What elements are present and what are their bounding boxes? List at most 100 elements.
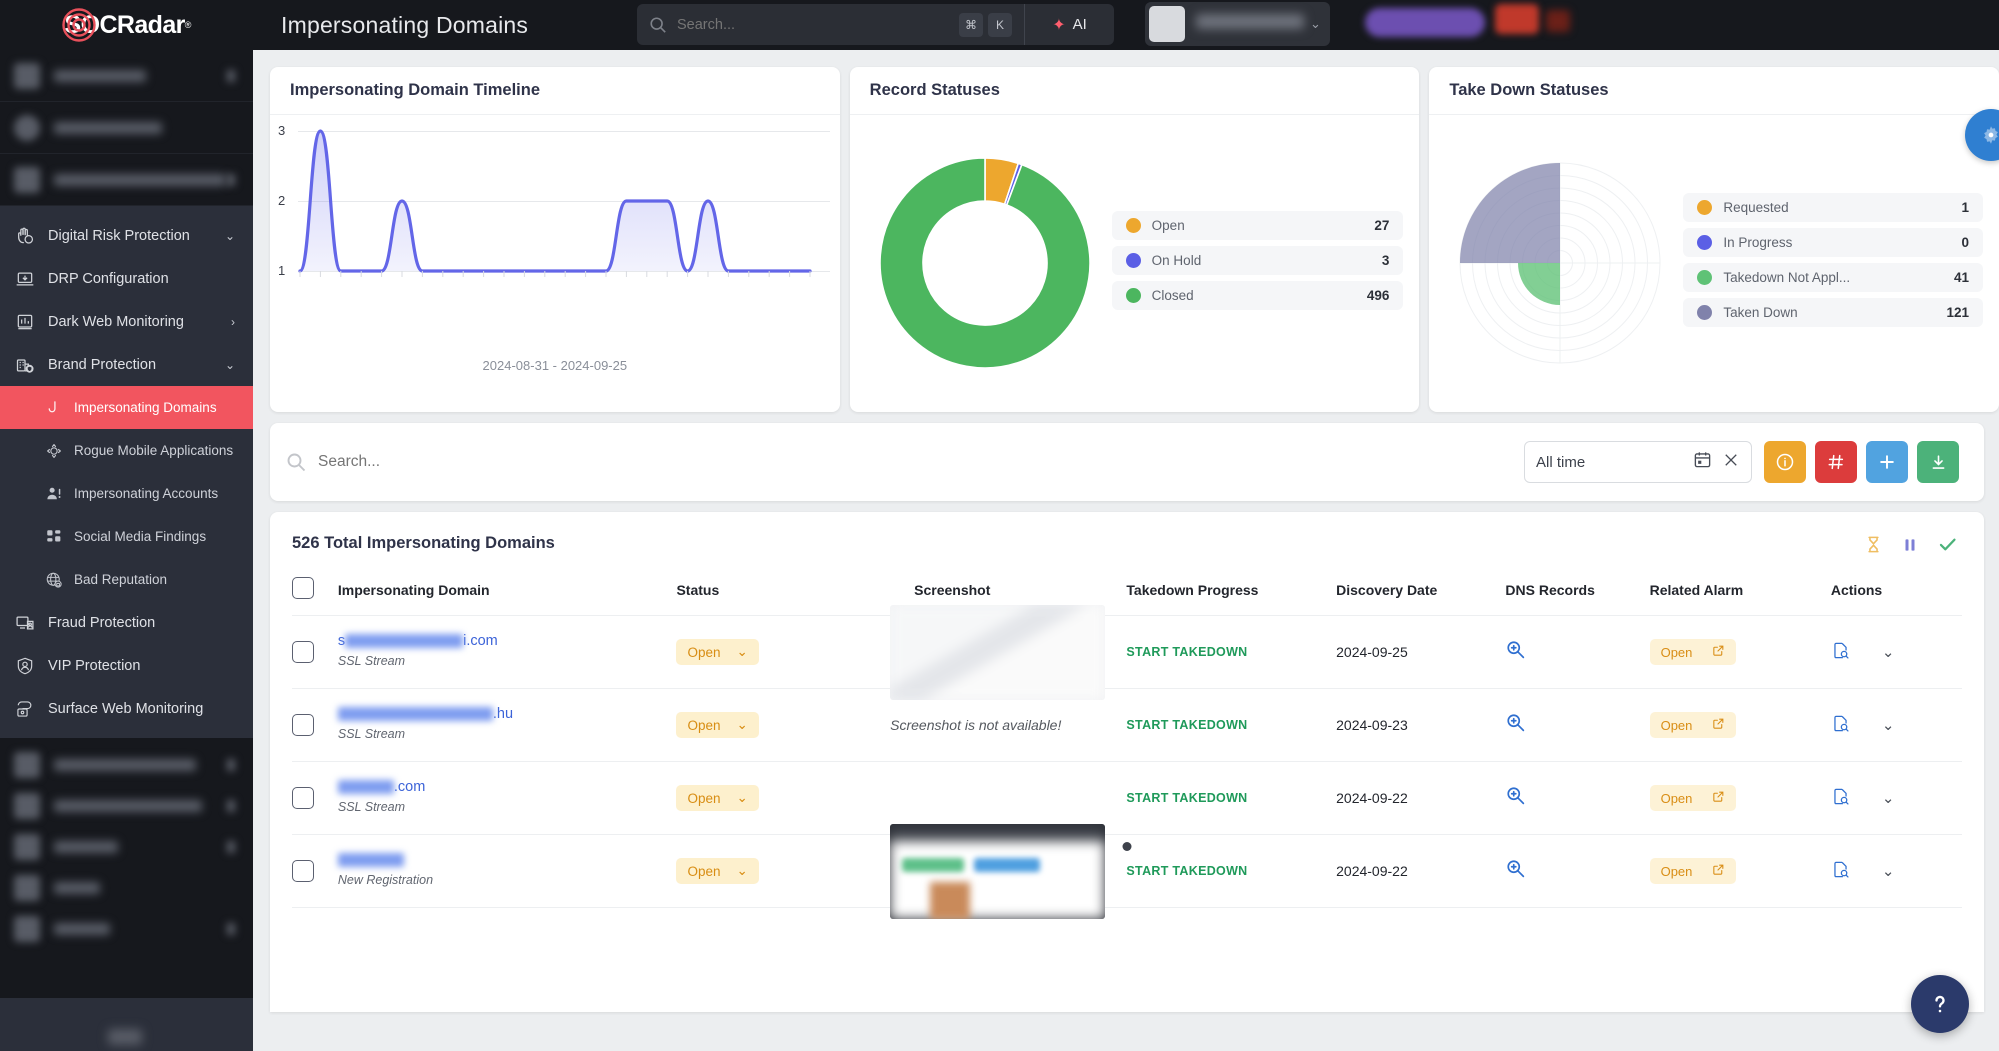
column-header-actions[interactable]: Actions	[1830, 569, 1962, 616]
notifications-badge[interactable]	[1546, 10, 1570, 32]
select-all-checkbox[interactable]	[292, 577, 314, 599]
sidebar-item-brand-protection[interactable]: Brand Protection ⌄	[0, 343, 253, 386]
column-header-takedown-progress[interactable]: Takedown Progress	[1126, 569, 1337, 616]
sidebar-item-redacted-2[interactable]	[0, 102, 253, 154]
sidebar-item-bad-reputation[interactable]: Bad Reputation	[0, 558, 253, 601]
row-checkbox[interactable]	[292, 787, 314, 809]
domain-value[interactable]: .com	[337, 778, 677, 795]
global-search-input[interactable]	[677, 16, 954, 33]
table-row[interactable]: s i.com SSL Stream Open ⌄ START TAKEDOWN …	[292, 604, 1962, 700]
chevron-down-icon[interactable]: ⌄	[1882, 862, 1895, 880]
table-row[interactable]: .hu SSL Stream Open ⌄ Screenshot is not …	[292, 688, 1962, 762]
legend-item[interactable]: On Hold 3	[1111, 245, 1404, 275]
chevron-down-icon[interactable]: ⌄	[1882, 716, 1895, 734]
domain-value[interactable]	[337, 851, 677, 868]
calendar-icon[interactable]	[1693, 450, 1712, 474]
legend-item[interactable]: In Progress 0	[1683, 228, 1984, 257]
download-button[interactable]	[1917, 441, 1959, 483]
sidebar-item-redacted-4[interactable]	[0, 744, 253, 785]
record-statuses-donut[interactable]	[866, 144, 1104, 382]
magnifier-plus-icon[interactable]	[1505, 785, 1526, 812]
magnifier-plus-icon[interactable]	[1505, 639, 1526, 666]
info-button[interactable]	[1764, 441, 1806, 483]
help-button[interactable]	[1911, 975, 1969, 1033]
row-checkbox[interactable]	[292, 860, 314, 882]
legend-item[interactable]: Open 27	[1111, 210, 1404, 240]
subscription-badge[interactable]	[1365, 8, 1485, 37]
start-takedown-button[interactable]: START TAKEDOWN	[1126, 791, 1247, 805]
start-takedown-button[interactable]: START TAKEDOWN	[1126, 718, 1247, 732]
legend-label: On Hold	[1151, 252, 1202, 268]
related-alarm-badge[interactable]: Open	[1649, 858, 1737, 884]
hash-button[interactable]	[1815, 441, 1857, 483]
start-takedown-button[interactable]: START TAKEDOWN	[1126, 645, 1247, 659]
legend-item[interactable]: Taken Down 121	[1683, 298, 1984, 327]
takedown-statuses-polar-chart[interactable]	[1445, 148, 1675, 378]
column-header-status[interactable]: Status	[676, 569, 887, 616]
row-checkbox[interactable]	[292, 641, 314, 663]
add-button[interactable]	[1866, 441, 1908, 483]
legend-item[interactable]: Requested 1	[1683, 193, 1984, 222]
sidebar-item-impersonating-accounts[interactable]: Impersonating Accounts	[0, 472, 253, 515]
sidebar-item-redacted-8[interactable]	[0, 908, 253, 949]
column-header-dns-records[interactable]: DNS Records	[1505, 569, 1650, 616]
hourglass-icon[interactable]	[1864, 534, 1883, 560]
document-search-icon[interactable]	[1831, 787, 1850, 809]
chevron-down-icon[interactable]: ⌄	[1310, 16, 1321, 32]
sidebar-item-surface-web-monitoring[interactable]: Surface Web Monitoring	[0, 687, 253, 730]
sidebar-item-digital-risk-protection[interactable]: Digital Risk Protection ⌄	[0, 214, 253, 257]
legend-item[interactable]: Takedown Not Appl... 41	[1683, 263, 1984, 292]
domain-value[interactable]: s i.com	[338, 632, 677, 649]
chevron-down-icon[interactable]: ⌄	[1882, 789, 1895, 807]
global-search[interactable]: ⌘ K	[637, 4, 1024, 45]
related-alarm-badge[interactable]: Open	[1649, 785, 1737, 811]
start-takedown-button[interactable]: START TAKEDOWN	[1126, 864, 1247, 878]
related-alarm-badge[interactable]: Open	[1649, 639, 1737, 665]
document-search-icon[interactable]	[1831, 714, 1850, 736]
domain-value[interactable]: .hu	[337, 705, 677, 722]
sidebar-item-redacted-7[interactable]	[0, 867, 253, 908]
sidebar-item-vip-protection[interactable]: VIP Protection	[0, 644, 253, 687]
legend-value: 3	[1381, 252, 1390, 268]
search-input[interactable]	[318, 453, 1524, 471]
sidebar-item-redacted-6[interactable]	[0, 826, 253, 867]
chevron-down-icon[interactable]: ⌄	[1882, 643, 1895, 661]
status-dropdown[interactable]: Open ⌄	[676, 639, 759, 665]
status-dropdown[interactable]: Open ⌄	[676, 858, 759, 884]
sidebar-item-redacted-3[interactable]	[0, 154, 253, 206]
sidebar-item-rogue-mobile-applications[interactable]: Rogue Mobile Applications	[0, 429, 253, 472]
status-dropdown[interactable]: Open ⌄	[676, 712, 759, 738]
sidebar-item-impersonating-domains[interactable]: Impersonating Domains	[0, 386, 253, 429]
table-row[interactable]: .com SSL Stream Open ⌄ START TAKEDOWN 20…	[292, 761, 1962, 835]
legend-item[interactable]: Closed 496	[1111, 280, 1404, 310]
sidebar-item-fraud-protection[interactable]: Fraud Protection	[0, 601, 253, 644]
column-header-domain[interactable]: Impersonating Domain	[337, 569, 677, 616]
chevron-down-icon[interactable]: ⌄	[225, 229, 235, 243]
sidebar-item-drp-configuration[interactable]: DRP Configuration	[0, 257, 253, 300]
carousel-dot[interactable]	[1122, 842, 1132, 851]
column-header-related-alarm[interactable]: Related Alarm	[1649, 569, 1831, 616]
ai-button[interactable]: ✦ AI	[1024, 4, 1114, 45]
row-checkbox[interactable]	[292, 714, 314, 736]
sidebar-item-redacted-5[interactable]	[0, 785, 253, 826]
sidebar-item-dark-web-monitoring[interactable]: Dark Web Monitoring ›	[0, 300, 253, 343]
status-dropdown[interactable]: Open ⌄	[676, 785, 759, 811]
pause-icon[interactable]	[1901, 535, 1919, 560]
related-alarm-badge[interactable]: Open	[1649, 712, 1737, 738]
chevron-down-icon[interactable]: ⌄	[225, 358, 235, 372]
magnifier-plus-icon[interactable]	[1505, 858, 1526, 885]
alerts-badge[interactable]	[1495, 4, 1539, 34]
magnifier-plus-icon[interactable]	[1505, 712, 1526, 739]
sidebar-item-redacted-1[interactable]	[0, 50, 253, 102]
chevron-right-icon[interactable]: ›	[231, 315, 235, 329]
screenshot-thumbnail[interactable]	[890, 823, 1106, 919]
check-icon[interactable]	[1937, 534, 1958, 560]
column-header-discovery-date[interactable]: Discovery Date	[1336, 569, 1506, 616]
clear-date-icon[interactable]	[1722, 451, 1740, 474]
document-search-icon[interactable]	[1831, 860, 1850, 882]
brand-logo[interactable]: SOCRadar ®	[0, 0, 253, 50]
date-range-field[interactable]: All time	[1524, 441, 1752, 483]
screenshot-thumbnail[interactable]	[890, 604, 1106, 700]
sidebar-item-social-media-findings[interactable]: Social Media Findings	[0, 515, 253, 558]
document-search-icon[interactable]	[1831, 641, 1850, 663]
